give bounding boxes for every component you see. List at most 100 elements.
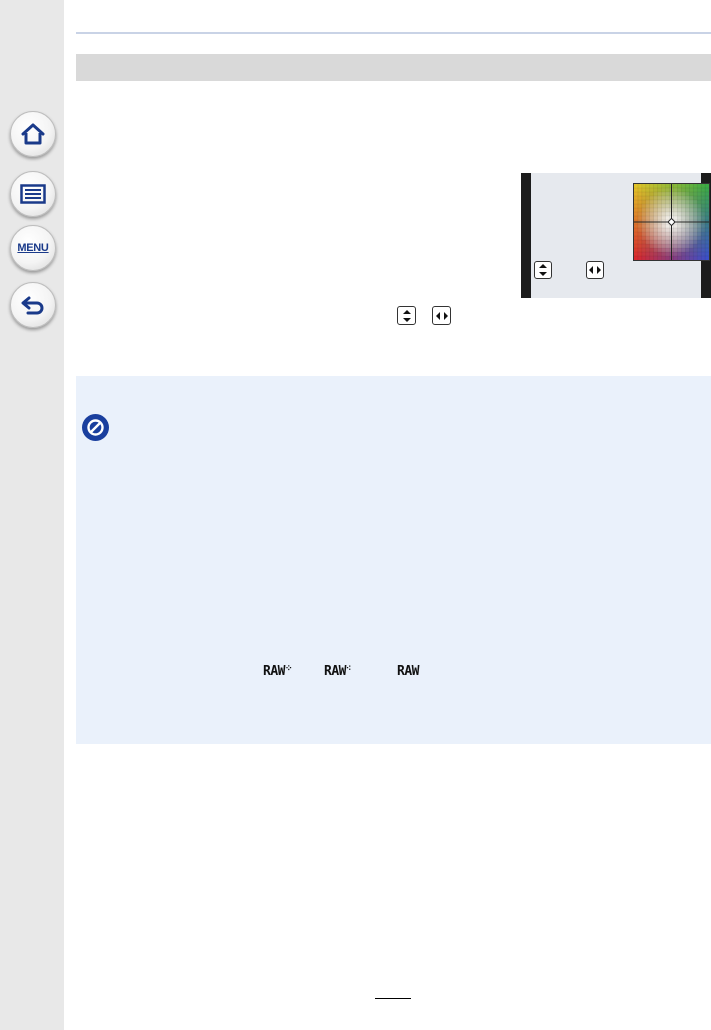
grid-cell: [701, 232, 706, 237]
grid-cell: [641, 232, 647, 237]
grid-cell: [693, 240, 698, 245]
up-down-key-icon: [397, 306, 416, 325]
grid-cell: [645, 200, 651, 205]
grid-cell: [641, 240, 647, 245]
grid-cell: [697, 200, 702, 205]
grid-cell: [649, 192, 655, 197]
grid-cell: [689, 192, 694, 197]
grid-cell: [673, 188, 678, 193]
grid-cell: [645, 192, 651, 197]
grid-cell: [693, 256, 698, 260]
grid-cell: [701, 204, 706, 209]
grid-cell: [677, 232, 682, 237]
grid-cell: [649, 200, 655, 205]
grid-cell: [634, 196, 639, 201]
grid-cell: [645, 208, 651, 213]
grid-cell: [645, 240, 651, 245]
grid-cell: [649, 240, 655, 245]
grid-cell: [681, 216, 686, 221]
back-button[interactable]: [10, 282, 56, 328]
grid-cell: [665, 196, 670, 201]
grid-cell: [705, 248, 709, 253]
left-right-key-icon: [432, 306, 451, 325]
grid-cell: [653, 208, 658, 213]
menu-button[interactable]: MENU: [10, 225, 56, 271]
grid-cell: [653, 248, 658, 253]
grid-cell: [705, 244, 709, 249]
grid-cell: [705, 200, 709, 205]
note-panel: [76, 376, 711, 744]
grid-cell: [677, 244, 682, 249]
grid-cell: [693, 248, 698, 253]
up-down-key-icon: [534, 261, 552, 279]
grid-cell: [634, 232, 639, 237]
grid-cell: [641, 216, 647, 221]
grid-cell: [634, 248, 639, 253]
grid-cell: [661, 232, 666, 237]
grid-cell: [645, 216, 651, 221]
grid-cell: [637, 228, 643, 233]
grid-cell: [641, 192, 647, 197]
grid-cell: [661, 192, 666, 197]
grid-cell: [645, 184, 651, 189]
grid-cell: [645, 252, 651, 257]
grid-cell: [677, 224, 682, 229]
grid-cell: [697, 208, 702, 213]
grid-cell: [653, 224, 658, 229]
grid-cell: [653, 192, 658, 197]
grid-cell: [649, 244, 655, 249]
grid-cell: [661, 256, 666, 260]
grid-cell: [653, 252, 658, 257]
grid-cell: [673, 196, 678, 201]
grid-cell: [653, 204, 658, 209]
grid-cell: [634, 204, 639, 209]
grid-cell: [689, 216, 694, 221]
grid-cell: [693, 208, 698, 213]
grid-cell: [657, 244, 662, 249]
grid-cell: [653, 244, 658, 249]
grid-cell: [693, 204, 698, 209]
grid-cell: [677, 196, 682, 201]
grid-cell: [637, 200, 643, 205]
grid-cell: [681, 228, 686, 233]
page-number-underline: [375, 998, 411, 999]
grid-cell: [673, 236, 678, 241]
grid-cell: [701, 188, 706, 193]
grid-cell: [697, 216, 702, 221]
grid-cell: [697, 244, 702, 249]
grid-cell: [645, 204, 651, 209]
grid-cell: [701, 184, 706, 189]
grid-cell: [693, 232, 698, 237]
grid-cell: [653, 236, 658, 241]
grid-cell: [705, 216, 709, 221]
grid-cell: [653, 228, 658, 233]
contents-button[interactable]: [10, 171, 56, 217]
grid-cell: [645, 212, 651, 217]
grid-cell: [697, 228, 702, 233]
grid-cell: [653, 212, 658, 217]
grid-cell: [681, 208, 686, 213]
grid-cell: [697, 240, 702, 245]
grid-cell: [634, 224, 639, 229]
grid-cell: [693, 188, 698, 193]
grid-cell: [673, 252, 678, 257]
grid-cell: [641, 256, 647, 260]
grid-cell: [641, 208, 647, 213]
grid-cell: [657, 200, 662, 205]
grid-cell: [641, 236, 647, 241]
grid-cell: [649, 188, 655, 193]
sidebar: MENU: [0, 0, 64, 1030]
grid-cell: [637, 256, 643, 260]
grid-cell: [634, 236, 639, 241]
grid-cell: [645, 188, 651, 193]
home-button[interactable]: [10, 111, 56, 157]
grid-cell: [681, 192, 686, 197]
grid-cell: [677, 236, 682, 241]
grid-cell: [665, 236, 670, 241]
grid-cell: [637, 232, 643, 237]
grid-cell: [661, 236, 666, 241]
grid-cell: [653, 232, 658, 237]
grid-cell: [665, 204, 670, 209]
grid-cell: [701, 212, 706, 217]
grid-cell: [685, 240, 690, 245]
